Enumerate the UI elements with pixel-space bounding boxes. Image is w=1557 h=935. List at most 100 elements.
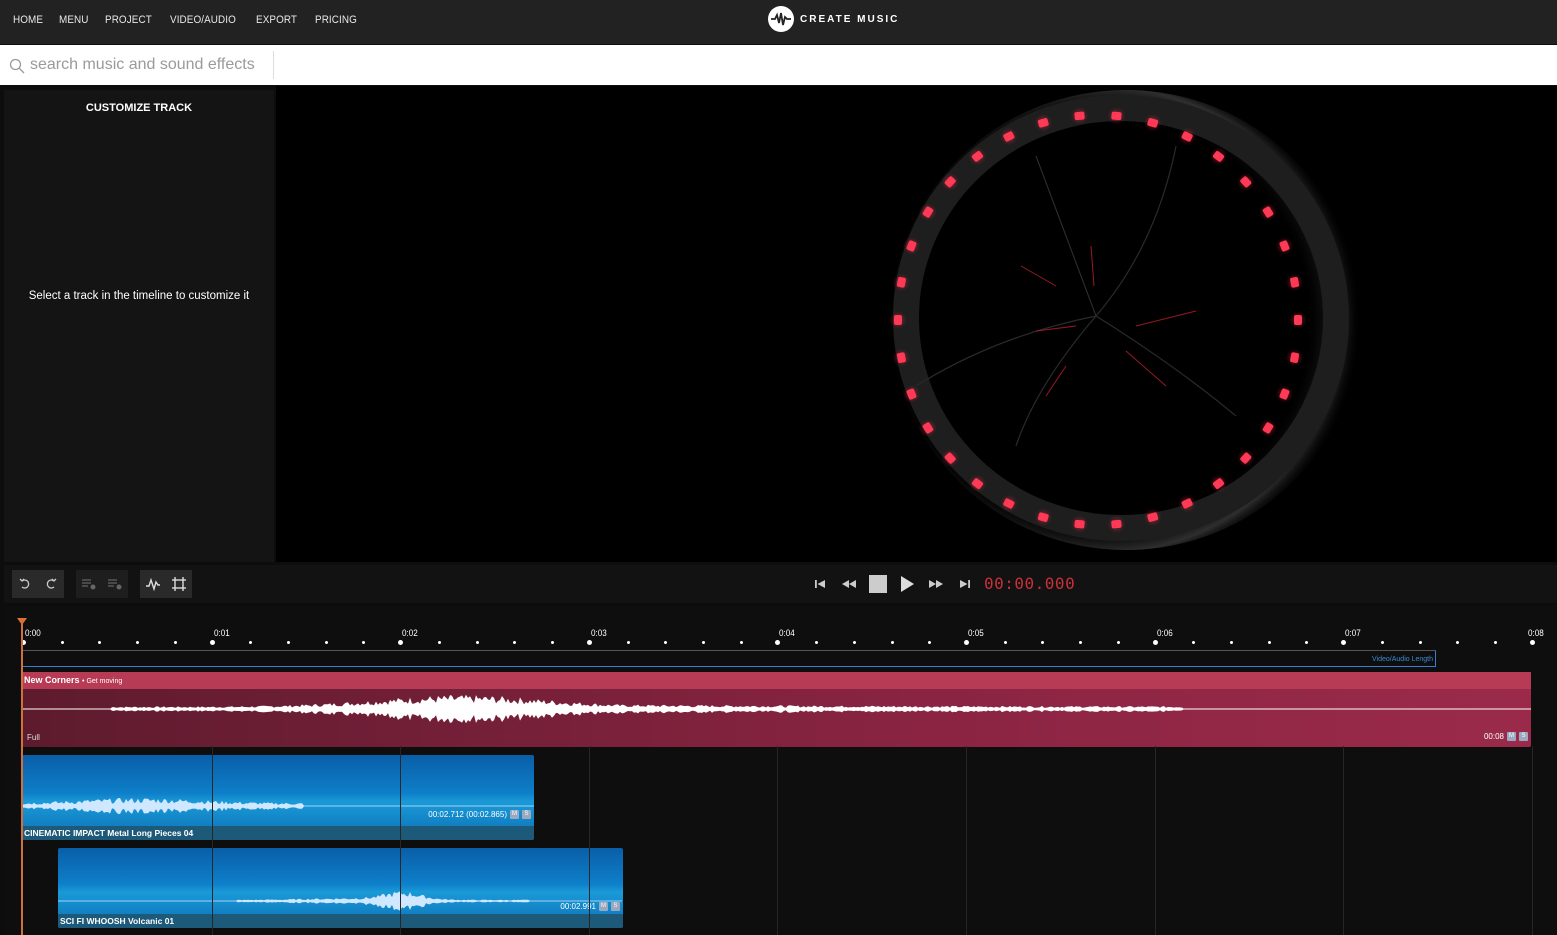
undo-button[interactable] <box>12 570 38 598</box>
tick-label: 0:02 <box>402 628 418 638</box>
tick-dot <box>1380 641 1384 644</box>
tick-dot <box>136 641 140 644</box>
tick-label: 0:04 <box>779 628 796 638</box>
ring-glow <box>1259 418 1278 437</box>
fast-forward-icon <box>929 580 943 588</box>
tick-dot <box>928 641 932 644</box>
transport-controls <box>810 573 975 595</box>
logo[interactable]: CREATE MUSIC <box>768 6 899 32</box>
mute-button[interactable]: M <box>599 902 608 911</box>
skip-start-button[interactable] <box>810 573 830 595</box>
ring-glow <box>1236 172 1255 191</box>
grid-line <box>1531 746 1533 935</box>
sfx-track-name: CINEMATIC IMPACT Metal Long Pieces 04 <box>24 828 194 838</box>
tick-dot <box>1494 641 1498 644</box>
nav-video-audio[interactable]: VIDEO/AUDIO <box>170 14 236 26</box>
grid-line <box>400 746 402 935</box>
sfx-track[interactable]: 00:02.712 (00:02.865) M S CINEMATIC IMPA… <box>22 755 534 840</box>
video-preview[interactable] <box>276 86 1557 562</box>
waveform-icon <box>146 577 160 591</box>
nav-home[interactable]: HOME <box>13 14 43 26</box>
tick-dot <box>60 641 64 644</box>
play-button[interactable] <box>897 573 917 595</box>
skip-end-button[interactable] <box>955 573 975 595</box>
tick-dot <box>1116 641 1120 644</box>
ring-glow <box>1209 147 1228 166</box>
solo-button[interactable]: S <box>611 902 620 911</box>
fast-forward-button[interactable] <box>926 573 946 595</box>
solo-button[interactable]: S <box>522 810 531 819</box>
tick-dot <box>1230 641 1234 644</box>
ring-glow <box>902 236 921 255</box>
redo-button[interactable] <box>38 570 64 598</box>
video-frame <box>889 90 1361 550</box>
search-input[interactable] <box>30 51 274 79</box>
grid-line <box>211 746 213 935</box>
ring-glow <box>1143 508 1162 527</box>
rewind-button[interactable] <box>839 573 859 595</box>
tick-dot <box>398 640 404 645</box>
add-track-button[interactable] <box>76 570 102 598</box>
playhead[interactable] <box>21 619 23 935</box>
ring-glow <box>968 474 987 493</box>
ring-glow <box>1236 449 1255 468</box>
ring-glow <box>941 172 960 191</box>
tick-label: 0:08 <box>1527 628 1544 638</box>
tick-label: 0:03 <box>590 628 607 638</box>
ring-glow <box>1034 508 1053 527</box>
music-track-duration-row: 00:08 M S <box>1484 732 1528 741</box>
view-tools <box>140 570 192 598</box>
tick-dot <box>1192 641 1196 644</box>
ring-glow <box>1070 106 1089 125</box>
tick-dot <box>1341 640 1347 645</box>
nav-menu[interactable]: MENU <box>59 14 89 26</box>
tick-dot <box>287 641 291 644</box>
skip-start-icon <box>815 580 825 588</box>
waveform-toggle-button[interactable] <box>140 570 166 598</box>
redo-icon <box>46 578 57 589</box>
tick-dot <box>513 641 517 644</box>
music-track[interactable]: New Corners • Get moving Full 00:08 M S <box>22 672 1531 747</box>
crop-button[interactable] <box>166 570 192 598</box>
music-track-subtitle: • Get moving <box>82 678 123 685</box>
sfx-track-duration: 00:02.991 <box>560 902 596 911</box>
remove-track-button[interactable] <box>102 570 128 598</box>
ring-glow <box>892 348 911 367</box>
tick-dot <box>1418 641 1422 644</box>
ring-glow <box>1289 311 1307 329</box>
history-tools <box>12 570 64 598</box>
tick-dot <box>249 641 253 644</box>
sfx-waveform <box>58 891 622 911</box>
undo-icon <box>19 578 30 589</box>
mute-button[interactable]: M <box>1507 732 1516 741</box>
tick-dot <box>173 641 177 644</box>
main-nav: HOME MENU PROJECT VIDEO/AUDIO EXPORT PRI… <box>13 14 362 26</box>
ring-glow <box>968 147 987 166</box>
ring-glow <box>1259 203 1278 222</box>
search-bar <box>0 45 1557 85</box>
tick-dot <box>1529 640 1535 645</box>
nav-export[interactable]: EXPORT <box>256 14 297 26</box>
timeline[interactable]: 0:00 0:01 0:02 0:03 0:04 0:05 0:06 0:07 0:08 Vid… <box>4 606 1557 935</box>
ring-glow <box>889 311 907 329</box>
nav-project[interactable]: PROJECT <box>105 14 152 26</box>
ring-glow <box>902 385 921 404</box>
track-tools <box>76 570 128 598</box>
tick-label: 0:01 <box>213 628 230 638</box>
tick-label: 0:00 <box>25 628 41 638</box>
ring-glow <box>1143 113 1162 132</box>
sfx-track[interactable]: 00:02.991 M S SCI FI WHOOSH Volcanic 01 <box>58 848 623 928</box>
ring-glow <box>941 449 960 468</box>
music-track-variant: Full <box>27 733 40 742</box>
controls-bar: 00:00.000 <box>4 565 1557 603</box>
solo-button[interactable]: S <box>1519 732 1528 741</box>
ring-glow <box>1285 273 1304 292</box>
tick-dot <box>701 641 705 644</box>
ring-glow <box>918 203 937 222</box>
ring-glow <box>999 494 1018 513</box>
music-track-title: New Corners • Get moving <box>24 675 122 685</box>
stop-button[interactable] <box>868 573 888 595</box>
grid-line <box>1343 746 1345 935</box>
nav-pricing[interactable]: PRICING <box>315 14 357 26</box>
mute-button[interactable]: M <box>510 810 519 819</box>
